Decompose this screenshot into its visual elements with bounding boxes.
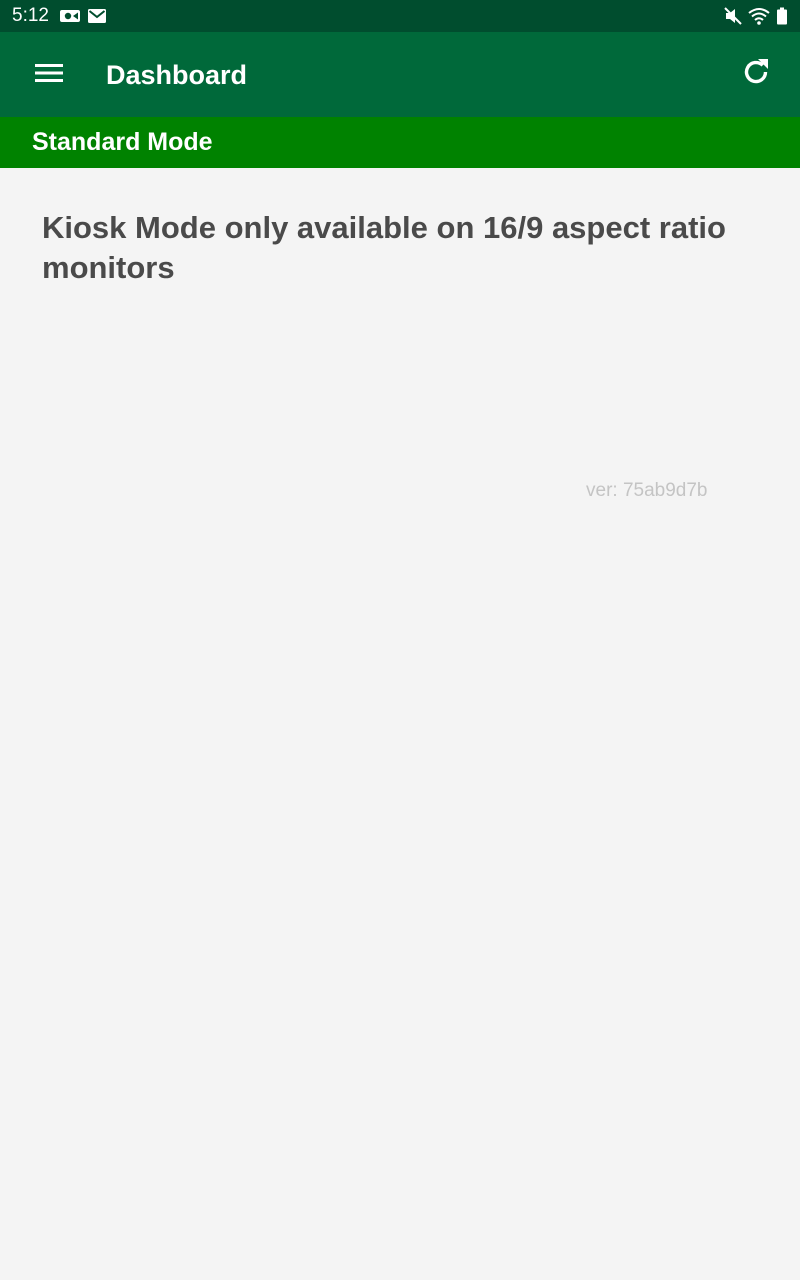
battery-icon [776,7,788,25]
status-bar: 5:12 [0,0,800,32]
app-bar: Dashboard [0,32,800,117]
wifi-icon [748,7,770,25]
mode-bar: Standard Mode [0,117,800,168]
mute-icon [724,7,742,25]
menu-button[interactable] [30,58,68,92]
main-content: Kiosk Mode only available on 16/9 aspect… [0,168,800,1280]
mode-label: Standard Mode [32,128,213,156]
hamburger-menu-icon [35,63,63,88]
video-camera-icon [59,7,81,25]
mail-icon [87,7,107,25]
page-title: Dashboard [106,60,248,90]
version-label: ver: 75ab9d7b [586,480,708,501]
status-bar-right [718,7,788,25]
status-bar-left: 5:12 [12,5,113,27]
refresh-button[interactable] [736,54,776,94]
status-time: 5:12 [12,5,49,26]
kiosk-mode-message: Kiosk Mode only available on 16/9 aspect… [42,210,726,285]
refresh-icon [740,56,772,93]
